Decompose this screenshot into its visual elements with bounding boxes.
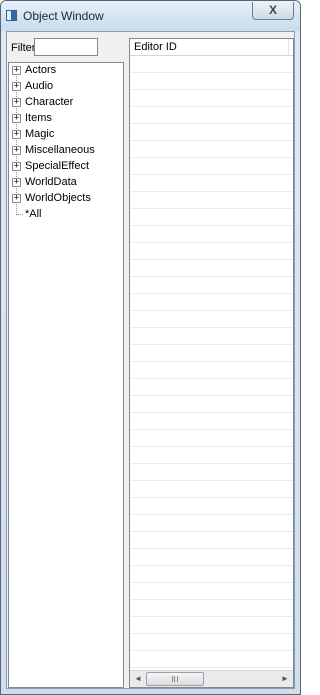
tree-item-label: Audio <box>25 80 54 92</box>
window-client-area: Filter + Actors + Audio + Character + It… <box>6 31 295 689</box>
expand-plus-icon[interactable]: + <box>12 162 21 171</box>
column-header-label: Editor ID <box>134 41 177 53</box>
object-window: Object Window X Filter + Actors + Audio … <box>0 0 301 695</box>
tree-item-label: Miscellaneous <box>25 144 95 156</box>
tree-item-items[interactable]: + Items <box>9 111 123 127</box>
tree-item-label: Character <box>25 96 74 108</box>
close-button[interactable]: X <box>252 2 294 20</box>
expand-plus-icon[interactable]: + <box>12 82 21 91</box>
tree-item-label: WorldObjects <box>25 192 91 204</box>
tree-item-label: *All <box>25 208 42 220</box>
column-header-editor-id[interactable]: Editor ID <box>130 39 293 56</box>
window-app-icon <box>6 10 17 21</box>
tree-item-magic[interactable]: + Magic <box>9 127 123 143</box>
tree-item-miscellaneous[interactable]: + Miscellaneous <box>9 143 123 159</box>
tree-item-audio[interactable]: + Audio <box>9 79 123 95</box>
expand-plus-icon[interactable]: + <box>12 146 21 155</box>
window-title: Object Window <box>23 9 104 23</box>
filter-label: Filter <box>11 42 36 54</box>
category-tree[interactable]: + Actors + Audio + Character + Items + M… <box>8 62 124 688</box>
expand-plus-icon[interactable]: + <box>12 98 21 107</box>
tree-item-label: SpecialEffect <box>25 160 90 172</box>
expand-plus-icon[interactable]: + <box>12 194 21 203</box>
tree-item-label: Actors <box>25 64 57 76</box>
tree-item-character[interactable]: + Character <box>9 95 123 111</box>
tree-item-worlddata[interactable]: + WorldData <box>9 175 123 191</box>
tree-item-label: Magic <box>25 128 55 140</box>
tree-item-label: Items <box>25 112 52 124</box>
title-bar[interactable]: Object Window X <box>1 1 300 31</box>
filter-input[interactable] <box>34 38 98 56</box>
horizontal-scrollbar[interactable]: ◄ ► <box>130 670 293 687</box>
scrollbar-thumb[interactable] <box>146 672 204 686</box>
expand-plus-icon[interactable]: + <box>12 114 21 123</box>
expand-plus-icon[interactable]: + <box>12 66 21 75</box>
expand-plus-icon[interactable]: + <box>12 178 21 187</box>
scrollbar-grip-icon <box>172 676 178 682</box>
column-divider[interactable] <box>288 39 289 55</box>
tree-item-label: WorldData <box>25 176 77 188</box>
tree-item-specialeffect[interactable]: + SpecialEffect <box>9 159 123 175</box>
tree-connector-dash <box>17 214 23 215</box>
tree-item-worldobjects[interactable]: + WorldObjects <box>9 191 123 207</box>
editor-id-list[interactable]: Editor ID ◄ ► <box>129 38 294 688</box>
expand-plus-icon[interactable]: + <box>12 130 21 139</box>
tree-item-actors[interactable]: + Actors <box>9 63 123 79</box>
list-rows-area[interactable] <box>130 56 293 671</box>
tree-item-all[interactable]: *All <box>9 207 123 223</box>
scroll-left-arrow-icon[interactable]: ◄ <box>130 671 146 687</box>
scroll-right-arrow-icon[interactable]: ► <box>277 671 293 687</box>
